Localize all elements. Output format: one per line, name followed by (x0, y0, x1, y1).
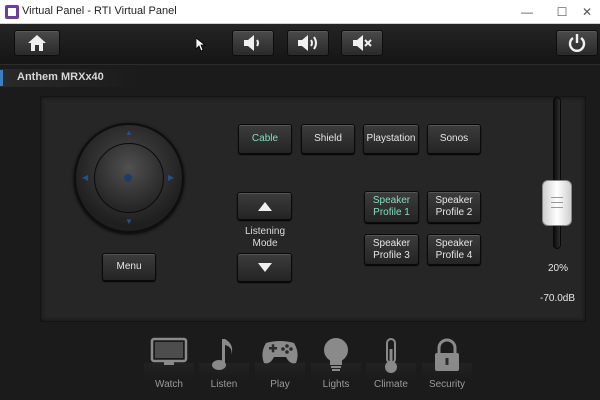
volume-slider-knob[interactable] (542, 180, 572, 226)
nav-listen-label: Listen (210, 379, 238, 390)
minimize-button[interactable]: — (516, 2, 538, 22)
nav-watch[interactable]: Watch (144, 333, 194, 395)
profile-1-line2: Profile 1 (373, 207, 410, 218)
volume-db: -70.0dB (540, 293, 576, 304)
listening-mode-down-button[interactable] (237, 253, 292, 282)
dpad-center-dot (124, 174, 132, 182)
profile-2-line2: Profile 2 (435, 207, 473, 218)
app-icon (5, 5, 19, 19)
dpad-down-icon[interactable]: ▼ (125, 218, 133, 226)
volume-down-button[interactable] (232, 30, 274, 56)
home-button[interactable] (14, 30, 60, 56)
power-icon (568, 34, 586, 52)
nav-security-label: Security (428, 379, 466, 390)
volume-percent: 20% (548, 263, 569, 274)
lightbulb-icon (324, 338, 348, 371)
nav-climate[interactable]: Climate (366, 333, 416, 395)
tv-icon (150, 337, 188, 365)
music-note-icon (212, 339, 233, 370)
window-titlebar: Virtual Panel - RTI Virtual Panel — ☐ ✕ (0, 0, 600, 24)
profile-4-line2: Profile 4 (435, 249, 473, 261)
nav-climate-label: Climate (374, 379, 408, 390)
listening-mode-label: Listening Mode (234, 226, 296, 250)
zone-label: Anthem MRXx40 (17, 71, 104, 83)
speaker-profile-1-button[interactable]: Speaker Profile 1 (364, 191, 419, 223)
profile-4-line1: Speaker (435, 237, 473, 249)
nav-listen[interactable]: Listen (199, 333, 249, 395)
mute-button[interactable] (341, 30, 383, 56)
nav-security[interactable]: Security (422, 333, 472, 395)
source-sonos-button[interactable]: Sonos (427, 124, 481, 154)
power-button[interactable] (556, 30, 598, 56)
mouse-cursor-icon (196, 38, 206, 52)
nav-lights-label: Lights (322, 379, 350, 390)
nav-play[interactable]: Play (255, 333, 305, 395)
nav-watch-label: Watch (155, 379, 183, 390)
listening-mode-up-button[interactable] (237, 192, 292, 220)
top-toolbar (0, 24, 600, 65)
arrow-down-icon (257, 263, 272, 272)
dpad-left-icon[interactable]: ◀ (82, 174, 88, 182)
maximize-button[interactable]: ☐ (551, 2, 573, 22)
volume-up-icon (298, 35, 317, 51)
profile-3-line1: Speaker (372, 237, 411, 249)
arrow-up-icon (257, 201, 272, 211)
close-button[interactable]: ✕ (576, 2, 598, 22)
profile-2-line1: Speaker (435, 195, 473, 206)
volume-slider-track[interactable] (553, 97, 561, 249)
nav-play-label: Play (270, 379, 290, 390)
speaker-profile-4-button[interactable]: Speaker Profile 4 (427, 234, 481, 265)
mute-icon (353, 35, 372, 51)
nav-lights[interactable]: Lights (311, 333, 361, 395)
source-shield-button[interactable]: Shield (301, 124, 355, 154)
volume-up-button[interactable] (287, 30, 329, 56)
source-playstation-button[interactable]: Playstation (363, 124, 419, 154)
window-title: Virtual Panel - RTI Virtual Panel (22, 5, 177, 17)
speaker-profile-3-button[interactable]: Speaker Profile 3 (364, 234, 419, 265)
volume-down-icon (244, 35, 259, 51)
profile-1-line1: Speaker (372, 195, 411, 206)
listening-mode-text: Listening Mode (244, 226, 286, 249)
gamepad-icon (262, 341, 298, 364)
source-cable-button[interactable]: Cable (238, 124, 292, 154)
profile-3-line2: Profile 3 (373, 249, 410, 261)
zone-tab[interactable]: Anthem MRXx40 (0, 69, 140, 87)
lock-icon (435, 338, 459, 371)
thermometer-icon (385, 338, 397, 373)
home-icon (28, 35, 46, 51)
speaker-profile-2-button[interactable]: Speaker Profile 2 (427, 191, 481, 223)
dpad-right-icon[interactable]: ▶ (168, 174, 174, 182)
menu-button[interactable]: Menu (102, 253, 156, 281)
dpad-up-icon[interactable]: ▲ (125, 129, 133, 137)
